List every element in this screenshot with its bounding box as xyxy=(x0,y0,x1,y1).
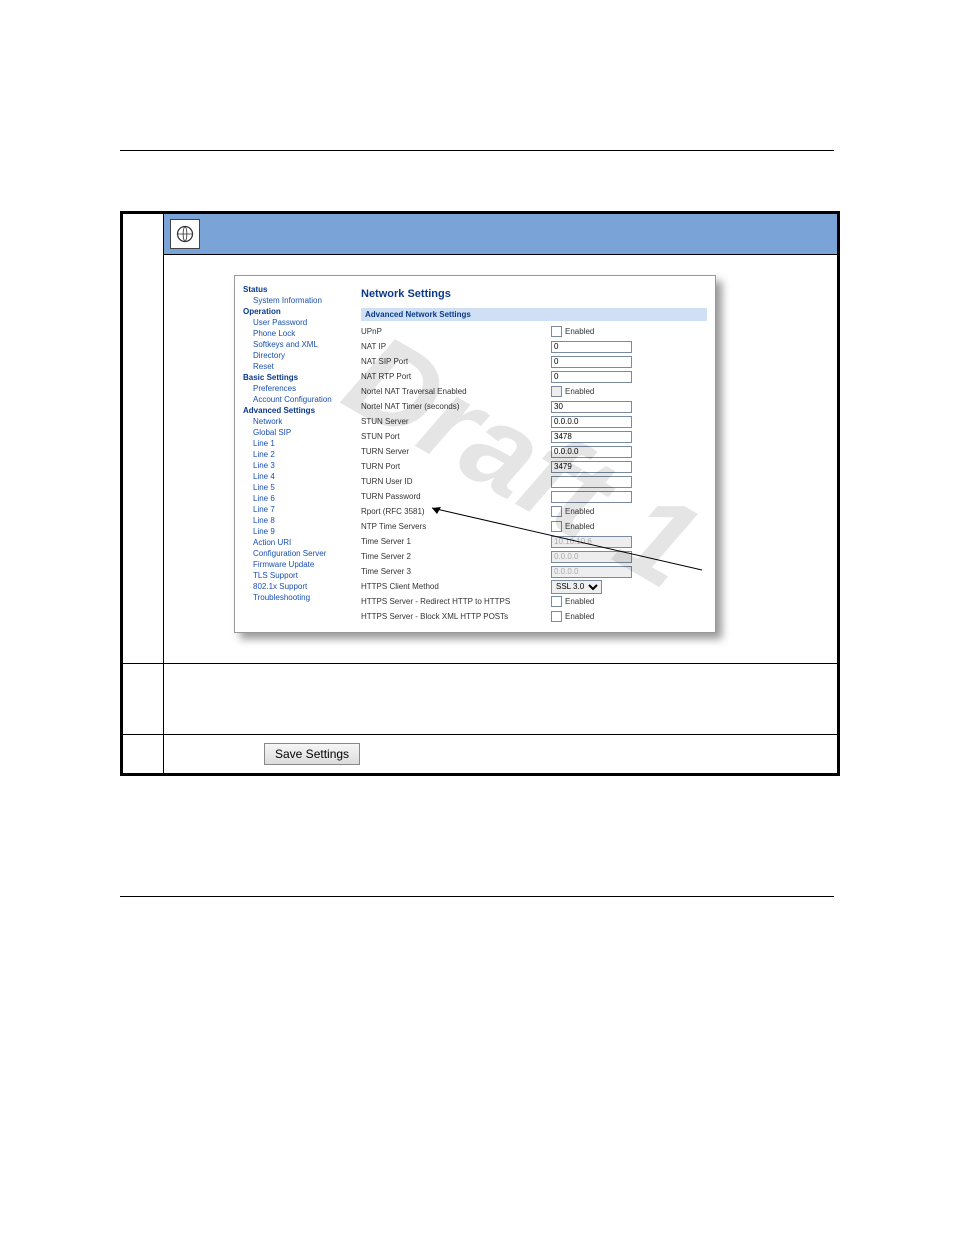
label-nortel-nat-timer: Nortel NAT Timer (seconds) xyxy=(361,402,551,411)
label-upnp: UPnP xyxy=(361,327,551,336)
checkbox-upnp[interactable] xyxy=(551,326,562,337)
nav-advanced-hdr: Advanced Settings xyxy=(243,405,351,416)
input-nat-sip-port[interactable] xyxy=(551,356,632,368)
nav-user-password[interactable]: User Password xyxy=(243,317,351,328)
label-time-server2: Time Server 2 xyxy=(361,552,551,561)
label-nortel-nat-enabled: Nortel NAT Traversal Enabled xyxy=(361,387,551,396)
input-stun-server[interactable] xyxy=(551,416,632,428)
input-nortel-nat-timer[interactable] xyxy=(551,401,632,413)
input-nat-rtp-port[interactable] xyxy=(551,371,632,383)
nav-phone-lock[interactable]: Phone Lock xyxy=(243,328,351,339)
nav-operation-hdr: Operation xyxy=(243,306,351,317)
nav-config-server[interactable]: Configuration Server xyxy=(243,548,351,559)
label-https-client-method: HTTPS Client Method xyxy=(361,582,551,591)
nav-line9[interactable]: Line 9 xyxy=(243,526,351,537)
input-time-server2[interactable] xyxy=(551,551,632,563)
checkbox-ntp[interactable] xyxy=(551,521,562,532)
nav-line6[interactable]: Line 6 xyxy=(243,493,351,504)
nav-account-config[interactable]: Account Configuration xyxy=(243,394,351,405)
nav-reset[interactable]: Reset xyxy=(243,361,351,372)
nav-troubleshooting[interactable]: Troubleshooting xyxy=(243,592,351,603)
label-nat-rtp-port: NAT RTP Port xyxy=(361,372,551,381)
nav-status-hdr: Status xyxy=(243,284,351,295)
input-turn-user[interactable] xyxy=(551,476,632,488)
input-turn-pass[interactable] xyxy=(551,491,632,503)
nav-directory[interactable]: Directory xyxy=(243,350,351,361)
label-ntp-time-servers: NTP Time Servers xyxy=(361,522,551,531)
label-nat-sip-port: NAT SIP Port xyxy=(361,357,551,366)
nav-line5[interactable]: Line 5 xyxy=(243,482,351,493)
nav-tls-support[interactable]: TLS Support xyxy=(243,570,351,581)
nav-global-sip[interactable]: Global SIP xyxy=(243,427,351,438)
procedure-table: Draft 1 Status System Information Operat… xyxy=(120,211,840,776)
nav-8021x-support[interactable]: 802.1x Support xyxy=(243,581,351,592)
top-rule xyxy=(120,150,834,151)
nav-network[interactable]: Network xyxy=(243,416,351,427)
save-settings-button[interactable]: Save Settings xyxy=(264,743,360,765)
label-stun-port: STUN Port xyxy=(361,432,551,441)
main-form: Network Settings Advanced Network Settin… xyxy=(351,284,707,624)
nav-line7[interactable]: Line 7 xyxy=(243,504,351,515)
label-https-block-xml: HTTPS Server - Block XML HTTP POSTs xyxy=(361,612,551,621)
checkbox-rport[interactable] xyxy=(551,506,562,517)
label-turn-server: TURN Server xyxy=(361,447,551,456)
window-titlebar xyxy=(164,214,837,255)
input-time-server3[interactable] xyxy=(551,566,632,578)
nav-line4[interactable]: Line 4 xyxy=(243,471,351,482)
input-turn-port[interactable] xyxy=(551,461,632,473)
label-stun-server: STUN Server xyxy=(361,417,551,426)
nav-firmware-update[interactable]: Firmware Update xyxy=(243,559,351,570)
checkbox-nortel-nat[interactable] xyxy=(551,386,562,397)
label-https-redirect: HTTPS Server - Redirect HTTP to HTTPS xyxy=(361,597,551,606)
section-header: Advanced Network Settings xyxy=(361,308,707,321)
input-turn-server[interactable] xyxy=(551,446,632,458)
checkbox-https-block-xml[interactable] xyxy=(551,611,562,622)
nav-line3[interactable]: Line 3 xyxy=(243,460,351,471)
input-time-server1[interactable] xyxy=(551,536,632,548)
select-https-client-method[interactable]: SSL 3.0 xyxy=(551,580,602,594)
nav-preferences[interactable]: Preferences xyxy=(243,383,351,394)
globe-icon xyxy=(170,219,200,249)
label-turn-user: TURN User ID xyxy=(361,477,551,486)
nav-system-information[interactable]: System Information xyxy=(243,295,351,306)
label-turn-port: TURN Port xyxy=(361,462,551,471)
sidebar: Status System Information Operation User… xyxy=(243,284,351,624)
label-nat-ip: NAT IP xyxy=(361,342,551,351)
input-stun-port[interactable] xyxy=(551,431,632,443)
label-time-server1: Time Server 1 xyxy=(361,537,551,546)
nav-line1[interactable]: Line 1 xyxy=(243,438,351,449)
nav-softkeys-xml[interactable]: Softkeys and XML xyxy=(243,339,351,350)
label-rport: Rport (RFC 3581) xyxy=(361,507,551,516)
nav-basic-hdr: Basic Settings xyxy=(243,372,351,383)
settings-panel: Draft 1 Status System Information Operat… xyxy=(234,275,716,633)
nav-line2[interactable]: Line 2 xyxy=(243,449,351,460)
nav-action-uri[interactable]: Action URI xyxy=(243,537,351,548)
page-title: Network Settings xyxy=(361,288,707,300)
label-turn-pass: TURN Password xyxy=(361,492,551,501)
label-time-server3: Time Server 3 xyxy=(361,567,551,576)
checkbox-https-redirect[interactable] xyxy=(551,596,562,607)
nav-line8[interactable]: Line 8 xyxy=(243,515,351,526)
input-nat-ip[interactable] xyxy=(551,341,632,353)
page-footer xyxy=(120,896,834,907)
